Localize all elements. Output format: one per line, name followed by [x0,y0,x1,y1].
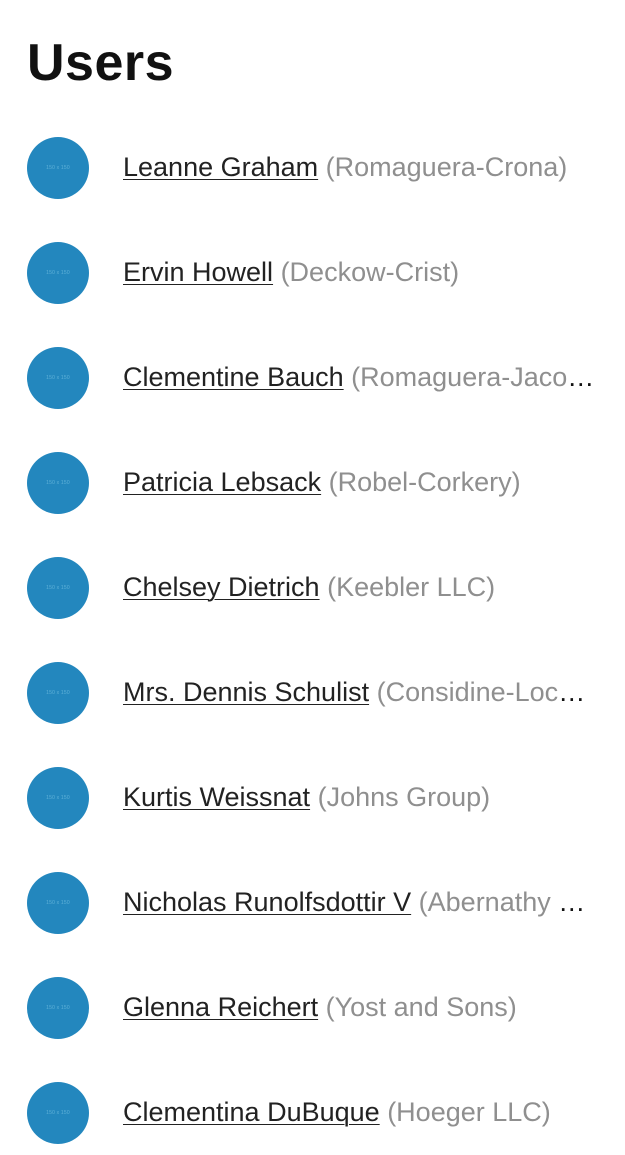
user-entry: Clementina DuBuque (Hoeger LLC) [123,1094,595,1130]
user-name-link[interactable]: Clementina DuBuque [123,1097,380,1127]
user-entry: Leanne Graham (Romaguera-Crona) [123,149,595,185]
user-name-link[interactable]: Glenna Reichert [123,992,318,1022]
user-name-link[interactable]: Chelsey Dietrich [123,572,320,602]
list-item: 150 x 150 Kurtis Weissnat (Johns Group) [0,735,625,840]
user-company: (Robel-Corkery) [328,467,521,497]
list-item: 150 x 150 Ervin Howell (Deckow-Crist) [0,210,625,315]
user-name-link[interactable]: Leanne Graham [123,152,318,182]
avatar-placeholder-text: 150 x 150 [46,900,70,906]
user-entry: Chelsey Dietrich (Keebler LLC) [123,569,595,605]
avatar-placeholder-text: 150 x 150 [46,1005,70,1011]
avatar: 150 x 150 [27,662,89,724]
list-item: 150 x 150 Patricia Lebsack (Robel-Corker… [0,420,625,525]
avatar: 150 x 150 [27,347,89,409]
user-entry: Patricia Lebsack (Robel-Corkery) [123,464,595,500]
avatar: 150 x 150 [27,977,89,1039]
page-title: Users [27,34,175,92]
list-item: 150 x 150 Leanne Graham (Romaguera-Crona… [0,105,625,210]
user-company: (Hoeger LLC) [387,1097,551,1127]
user-entry: Nicholas Runolfsdottir V (Abernathy Grou… [123,884,595,920]
user-company: (Abernathy Group) [418,887,595,917]
avatar-placeholder-text: 150 x 150 [46,480,70,486]
list-item: 150 x 150 Clementina DuBuque (Hoeger LLC… [0,1050,625,1155]
user-name-link[interactable]: Mrs. Dennis Schulist [123,677,369,707]
user-list: 150 x 150 Leanne Graham (Romaguera-Crona… [0,105,625,1155]
avatar-placeholder-text: 150 x 150 [46,1110,70,1116]
avatar: 150 x 150 [27,452,89,514]
avatar: 150 x 150 [27,137,89,199]
user-company: (Yost and Sons) [325,992,517,1022]
user-company: (Considine-Lockman) [376,677,595,707]
user-name-link[interactable]: Patricia Lebsack [123,467,321,497]
avatar: 150 x 150 [27,872,89,934]
avatar-placeholder-text: 150 x 150 [46,690,70,696]
user-entry: Clementine Bauch (Romaguera-Jacobson) [123,359,595,395]
avatar-placeholder-text: 150 x 150 [46,795,70,801]
avatar-placeholder-text: 150 x 150 [46,585,70,591]
avatar: 150 x 150 [27,557,89,619]
user-name-link[interactable]: Nicholas Runolfsdottir V [123,887,411,917]
avatar: 150 x 150 [27,242,89,304]
user-name-link[interactable]: Clementine Bauch [123,362,344,392]
list-item: 150 x 150 Clementine Bauch (Romaguera-Ja… [0,315,625,420]
avatar: 150 x 150 [27,1082,89,1144]
user-company: (Johns Group) [317,782,491,812]
user-name-link[interactable]: Ervin Howell [123,257,273,287]
list-item: 150 x 150 Nicholas Runolfsdottir V (Aber… [0,840,625,945]
user-name-link[interactable]: Kurtis Weissnat [123,782,310,812]
list-item: 150 x 150 Glenna Reichert (Yost and Sons… [0,945,625,1050]
user-company: (Romaguera-Crona) [325,152,568,182]
user-entry: Mrs. Dennis Schulist (Considine-Lockman) [123,674,595,710]
user-company: (Romaguera-Jacobson) [351,362,595,392]
avatar-placeholder-text: 150 x 150 [46,270,70,276]
list-item: 150 x 150 Mrs. Dennis Schulist (Considin… [0,630,625,735]
user-entry: Ervin Howell (Deckow-Crist) [123,254,595,290]
list-item: 150 x 150 Chelsey Dietrich (Keebler LLC) [0,525,625,630]
avatar-placeholder-text: 150 x 150 [46,165,70,171]
avatar: 150 x 150 [27,767,89,829]
avatar-placeholder-text: 150 x 150 [46,375,70,381]
user-company: (Deckow-Crist) [280,257,460,287]
user-entry: Kurtis Weissnat (Johns Group) [123,779,595,815]
user-entry: Glenna Reichert (Yost and Sons) [123,989,595,1025]
user-company: (Keebler LLC) [327,572,496,602]
